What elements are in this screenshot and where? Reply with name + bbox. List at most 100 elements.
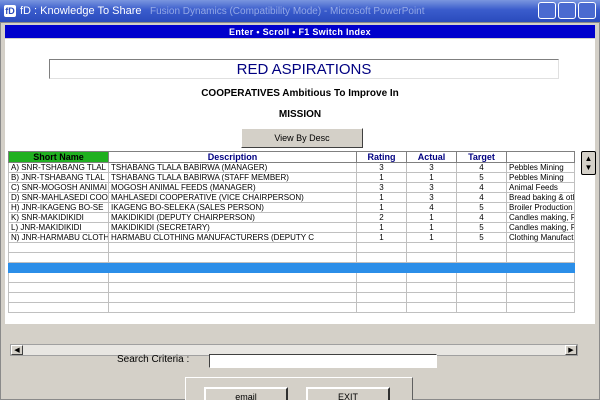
rating-cell[interactable]: 3 [356,162,407,173]
sector-cell[interactable]: Pebbles Mining [506,172,575,183]
table-row[interactable]: K) SNR-MAKIDIKIDI MAKIDIKIDI (DEPUTY CHAI… [8,212,575,223]
description-cell[interactable]: MOGOSH ANIMAL FEEDS (MANAGER) [108,182,357,193]
email-button[interactable]: email [204,387,288,400]
scroll-right-icon[interactable]: ▶ [565,345,577,355]
rating-cell[interactable]: 1 [356,232,407,243]
view-by-desc-button[interactable]: View By Desc [241,128,363,148]
column-header-target[interactable]: Target [456,151,507,163]
selected-row[interactable] [8,262,575,273]
sector-cell[interactable]: Candles making, Fe [506,212,575,223]
empty-cell[interactable] [506,252,575,263]
scroll-arrows[interactable]: ▲ ▼ [581,151,596,175]
table-row[interactable]: A) SNR-TSHABANG TLAL TSHABANG TLALA BABIR… [8,162,575,173]
rating-cell[interactable]: 1 [356,222,407,233]
empty-cell[interactable] [8,262,109,273]
empty-cell[interactable] [108,242,357,253]
description-cell[interactable]: HARMABU CLOTHING MANUFACTURERS (DEPUTY C [108,232,357,243]
empty-cell[interactable] [356,282,407,293]
table-row[interactable]: C) SNR-MOGOSH ANIMAI MOGOSH ANIMAL FEEDS … [8,182,575,193]
vertical-scrollbar[interactable]: ▲ ▼ [581,151,596,341]
description-cell[interactable]: TSHABANG TLALA BABIRWA (STAFF MEMBER) [108,172,357,183]
actual-cell[interactable]: 1 [406,232,457,243]
empty-cell[interactable] [108,252,357,263]
search-criteria-input[interactable] [209,354,437,368]
empty-cell[interactable] [108,282,357,293]
short-name-cell[interactable]: L) JNR-MAKIDIKIDI [8,222,109,233]
empty-cell[interactable] [406,292,457,303]
empty-cell[interactable] [108,272,357,283]
empty-cell[interactable] [356,292,407,303]
close-button[interactable] [578,2,596,19]
scroll-left-icon[interactable]: ◀ [11,345,23,355]
table-row[interactable]: B) JNR-TSHABANG TLAL TSHABANG TLALA BABIR… [8,172,575,183]
table-row[interactable]: L) JNR-MAKIDIKIDI MAKIDIKIDI (SECRETARY) 1… [8,222,575,233]
minimize-button[interactable] [538,2,556,19]
sector-cell[interactable]: Clothing Manufactu [506,232,575,243]
empty-cell[interactable] [506,242,575,253]
empty-cell[interactable] [356,272,407,283]
empty-row[interactable] [8,242,575,253]
empty-cell[interactable] [356,242,407,253]
column-header-sector[interactable] [506,151,575,163]
empty-cell[interactable] [406,272,457,283]
empty-cell[interactable] [356,252,407,263]
short-name-cell[interactable]: B) JNR-TSHABANG TLAL [8,172,109,183]
empty-cell[interactable] [406,262,457,273]
sector-cell[interactable]: Animal Feeds [506,182,575,193]
actual-cell[interactable]: 3 [406,162,457,173]
actual-cell[interactable]: 4 [406,202,457,213]
rating-cell[interactable]: 3 [356,182,407,193]
empty-cell[interactable] [456,272,507,283]
target-cell[interactable]: 5 [456,232,507,243]
sector-cell[interactable]: Pebbles Mining [506,162,575,173]
empty-cell[interactable] [456,242,507,253]
target-cell[interactable]: 5 [456,222,507,233]
column-header-short-name[interactable]: Short Name [8,151,109,163]
empty-cell[interactable] [456,252,507,263]
empty-cell[interactable] [456,302,507,313]
description-cell[interactable]: MAHLASEDI COOPERATIVE (VICE CHAIRPERSON) [108,192,357,203]
target-cell[interactable]: 5 [456,202,507,213]
rating-cell[interactable]: 2 [356,212,407,223]
empty-cell[interactable] [506,282,575,293]
empty-cell[interactable] [456,282,507,293]
empty-row[interactable] [8,252,575,263]
empty-cell[interactable] [8,282,109,293]
empty-cell[interactable] [8,292,109,303]
empty-cell[interactable] [506,302,575,313]
empty-cell[interactable] [406,252,457,263]
short-name-cell[interactable]: K) SNR-MAKIDIKIDI [8,212,109,223]
rating-cell[interactable]: 1 [356,172,407,183]
empty-cell[interactable] [8,252,109,263]
sector-cell[interactable]: Candles making, Fe [506,222,575,233]
target-cell[interactable]: 4 [456,182,507,193]
description-cell[interactable]: MAKIDIKIDI (DEPUTY CHAIRPERSON) [108,212,357,223]
empty-cell[interactable] [356,302,407,313]
actual-cell[interactable]: 1 [406,212,457,223]
column-header-actual[interactable]: Actual [406,151,457,163]
empty-cell[interactable] [8,272,109,283]
sector-cell[interactable]: Bread baking & oth [506,192,575,203]
description-cell[interactable]: IKAGENG BO-SELEKA (SALES PERSON) [108,202,357,213]
short-name-cell[interactable]: H) JNR-IKAGENG BO-SE [8,202,109,213]
short-name-cell[interactable]: A) SNR-TSHABANG TLAL [8,162,109,173]
empty-cell[interactable] [108,292,357,303]
short-name-cell[interactable]: N) JNR-HARMABU CLOTH [8,232,109,243]
column-header-rating[interactable]: Rating [356,151,407,163]
actual-cell[interactable]: 1 [406,222,457,233]
empty-cell[interactable] [108,262,357,273]
empty-row[interactable] [8,292,575,303]
description-cell[interactable]: MAKIDIKIDI (SECRETARY) [108,222,357,233]
short-name-cell[interactable]: D) SNR-MAHLASEDI COO [8,192,109,203]
empty-cell[interactable] [406,242,457,253]
empty-cell[interactable] [356,262,407,273]
column-header-description[interactable]: Description [108,151,357,163]
empty-cell[interactable] [108,302,357,313]
short-name-cell[interactable]: C) SNR-MOGOSH ANIMAI [8,182,109,193]
empty-row[interactable] [8,282,575,293]
table-row[interactable]: D) SNR-MAHLASEDI COO MAHLASEDI COOPERATIV… [8,192,575,203]
target-cell[interactable]: 4 [456,192,507,203]
exit-button[interactable]: EXIT [306,387,390,400]
empty-cell[interactable] [456,262,507,273]
actual-cell[interactable]: 3 [406,192,457,203]
